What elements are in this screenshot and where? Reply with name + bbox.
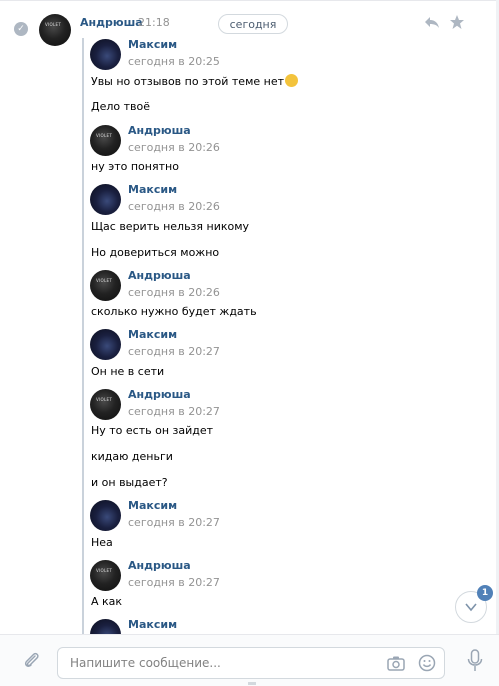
avatar[interactable] xyxy=(90,560,121,591)
avatar[interactable] xyxy=(90,389,121,420)
avatar[interactable] xyxy=(90,125,121,156)
message-text: А как xyxy=(91,595,123,608)
message-author[interactable]: Андрюша xyxy=(128,388,191,401)
message-composer: Напишите сообщение... xyxy=(0,634,499,686)
emoji-icon xyxy=(285,74,298,87)
message-time[interactable]: сегодня в 20:27 xyxy=(128,345,220,358)
message-text: Он не в сети xyxy=(91,365,165,378)
message-text: и он выдает? xyxy=(91,476,168,489)
message-input-placeholder[interactable]: Напишите сообщение... xyxy=(70,648,221,678)
message-author[interactable]: Андрюша xyxy=(128,559,191,572)
message-author[interactable]: Андрюша xyxy=(128,124,191,137)
message-time[interactable]: сегодня в 20:26 xyxy=(128,141,220,154)
message-time[interactable]: сегодня в 20:27 xyxy=(128,516,220,529)
avatar[interactable] xyxy=(90,500,121,531)
resize-handle[interactable] xyxy=(248,682,256,685)
top-divider xyxy=(0,0,499,1)
avatar[interactable] xyxy=(90,184,121,215)
message-text: Щас верить нельзя никому xyxy=(91,220,250,233)
avatar[interactable] xyxy=(90,270,121,301)
message-text: сколько нужно будет ждать xyxy=(91,305,257,318)
message-input[interactable]: Напишите сообщение... xyxy=(57,647,445,679)
message-text: Дело твоё xyxy=(91,100,151,113)
smile-icon[interactable] xyxy=(418,654,436,672)
message-author[interactable]: Максим xyxy=(128,618,177,631)
message-text: Ну то есть он зайдет xyxy=(91,424,214,437)
unread-badge[interactable]: 1 xyxy=(477,585,493,601)
forwarded-bar xyxy=(82,38,84,638)
message-time[interactable]: сегодня в 20:25 xyxy=(128,55,220,68)
message-line: Увы но отзывов по этой теме нет xyxy=(91,75,284,88)
microphone-icon[interactable] xyxy=(466,649,484,673)
message-author[interactable]: Максим xyxy=(128,499,177,512)
message-author[interactable]: Андрюша xyxy=(80,16,143,29)
paperclip-icon[interactable] xyxy=(22,651,42,671)
camera-icon[interactable] xyxy=(387,655,405,671)
message-author[interactable]: Максим xyxy=(128,38,177,51)
message-text: кидаю деньги xyxy=(91,450,173,463)
star-icon[interactable] xyxy=(449,14,465,30)
message-author[interactable]: Максим xyxy=(128,183,177,196)
avatar[interactable] xyxy=(39,14,71,46)
message-author[interactable]: Максим xyxy=(128,328,177,341)
check-icon[interactable]: ✓ xyxy=(14,22,28,36)
message-text: Но довериться можно xyxy=(91,246,220,259)
message-author[interactable]: Андрюша xyxy=(128,269,191,282)
message-time[interactable]: сегодня в 20:27 xyxy=(128,405,220,418)
date-separator: сегодня xyxy=(218,14,288,34)
avatar[interactable] xyxy=(90,39,121,70)
reply-icon[interactable] xyxy=(424,14,440,30)
message-time[interactable]: сегодня в 20:26 xyxy=(128,200,220,213)
message-text: Неа xyxy=(91,536,113,549)
message-time[interactable]: сегодня в 20:26 xyxy=(128,286,220,299)
message-time[interactable]: сегодня в 20:27 xyxy=(128,576,220,589)
avatar[interactable] xyxy=(90,329,121,360)
message-text: ну это понятно xyxy=(91,160,179,173)
message-time[interactable]: 21:18 xyxy=(138,16,170,29)
message-text: Увы но отзывов по этой теме нет xyxy=(91,74,298,88)
